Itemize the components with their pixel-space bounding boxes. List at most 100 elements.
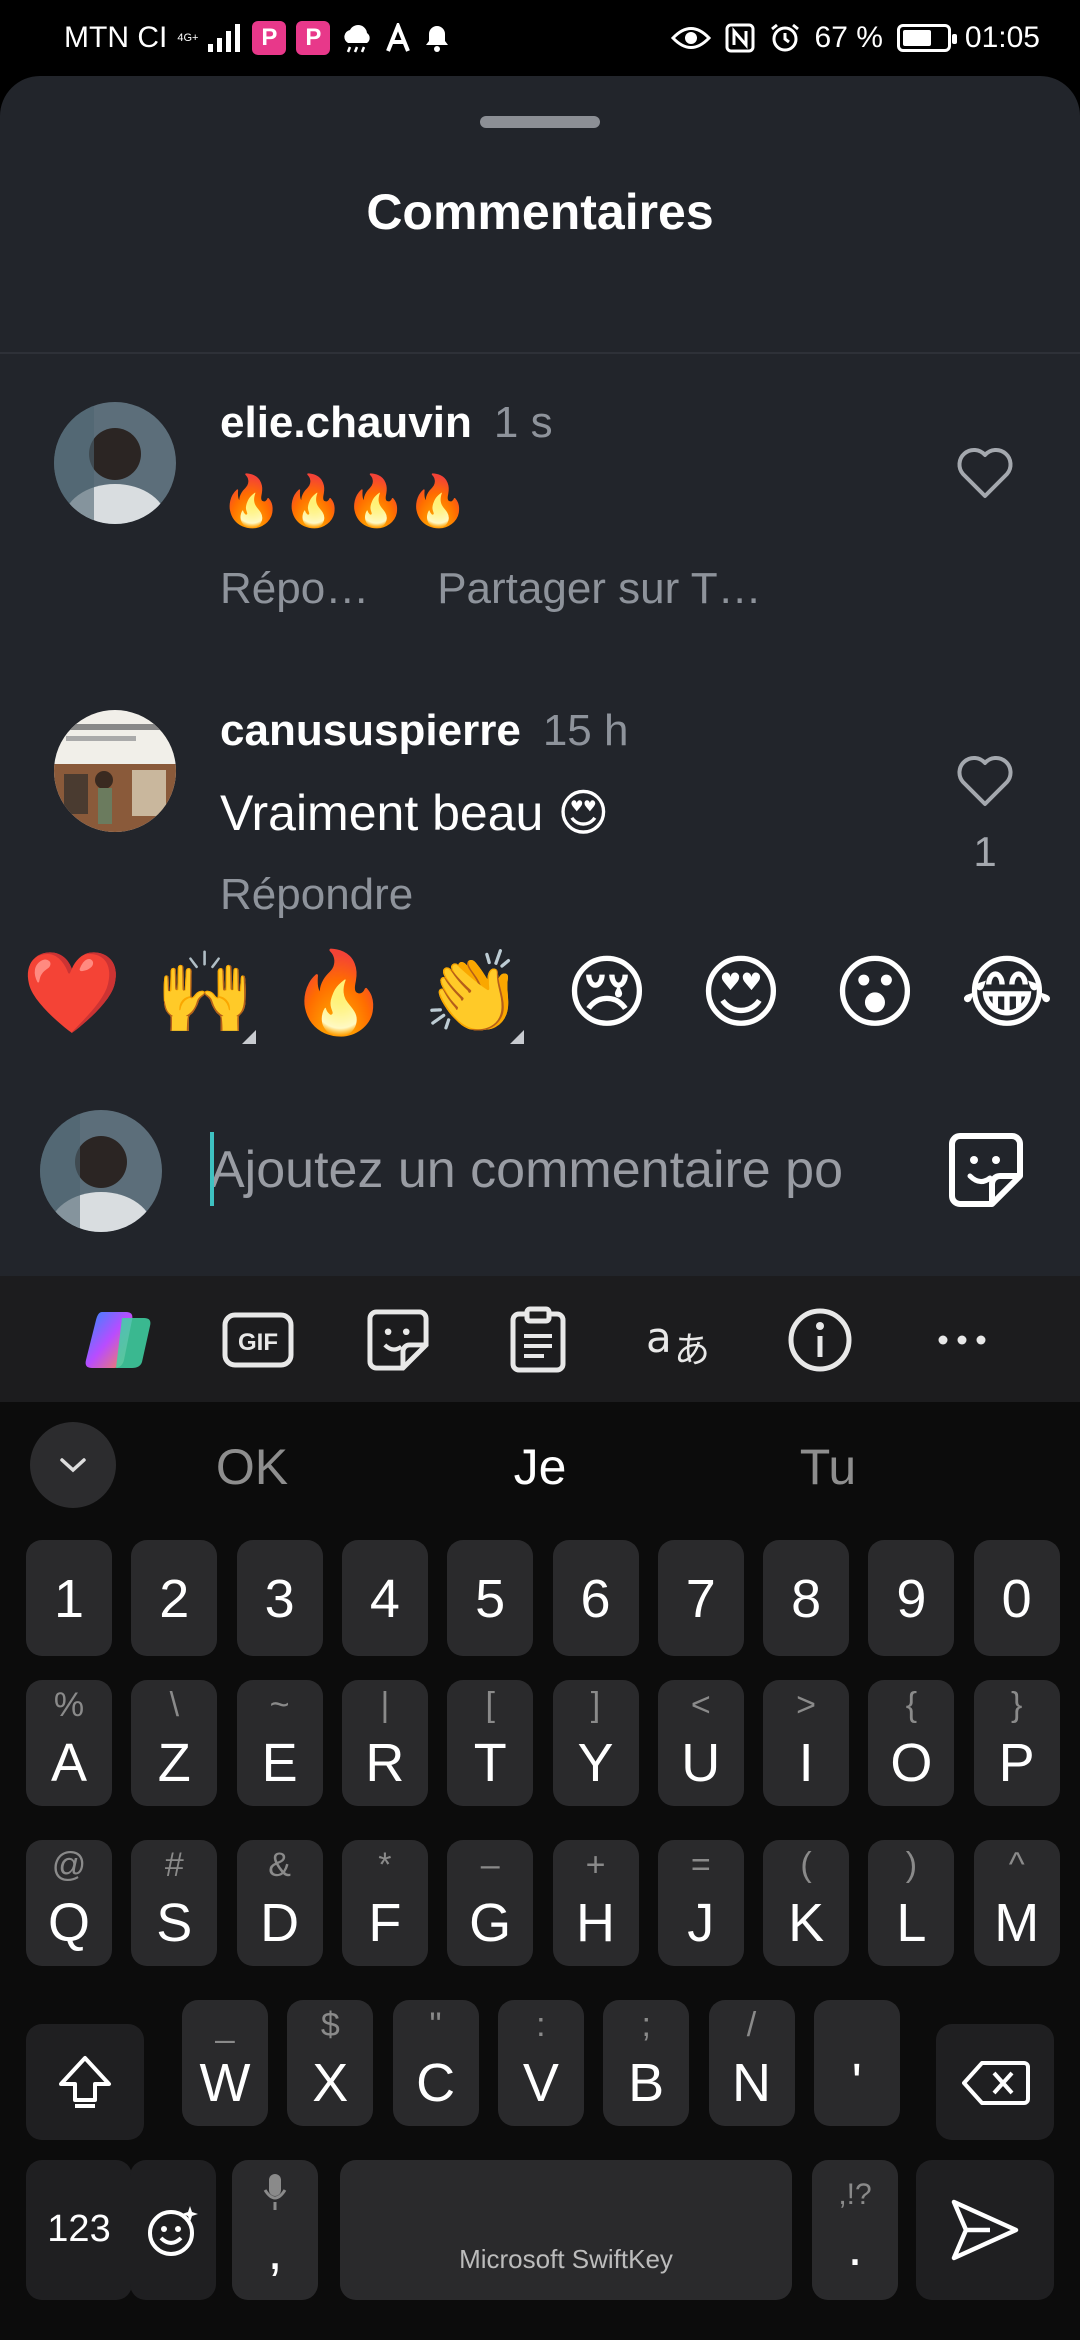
key-r[interactable]: | R	[341, 1680, 428, 1806]
backspace-icon	[962, 2061, 1030, 2105]
emoji-surprised[interactable]: 😮	[820, 938, 930, 1048]
key-a[interactable]: % A	[26, 1680, 112, 1806]
key-apostrophe[interactable]: '	[813, 2000, 900, 2126]
key-5[interactable]: 5	[447, 1540, 534, 1656]
username[interactable]: elie.chauvin	[220, 398, 472, 447]
key-i[interactable]: > I	[763, 1680, 850, 1806]
copilot-icon[interactable]	[78, 1300, 158, 1380]
key-label: B	[628, 2053, 665, 2113]
key-x[interactable]: $ X	[287, 2000, 374, 2126]
key-label: X	[312, 2053, 349, 2113]
key-e[interactable]: ~ E	[236, 1680, 323, 1806]
reply-button[interactable]: Répo…	[220, 564, 369, 613]
key-label: M	[994, 1893, 1040, 1953]
key-b[interactable]: ; B	[603, 2000, 690, 2126]
comment-author[interactable]: canususpierre 15 h	[220, 706, 628, 756]
key-p[interactable]: } P	[973, 1680, 1060, 1806]
key-secondary-label: &	[268, 1846, 291, 1884]
space-key[interactable]: Microsoft SwiftKey	[340, 2160, 792, 2300]
avatar[interactable]	[54, 402, 176, 524]
key-m[interactable]: ^ M	[973, 1840, 1060, 1966]
send-icon	[951, 2199, 1019, 2261]
key-label: 0	[1001, 1569, 1032, 1629]
period-key-label: .	[847, 2217, 863, 2277]
key-c[interactable]: " C	[392, 2000, 479, 2126]
username[interactable]: canususpierre	[220, 706, 521, 755]
key-6[interactable]: 6	[552, 1540, 639, 1656]
key-1[interactable]: 1	[26, 1540, 112, 1656]
info-icon[interactable]	[780, 1300, 860, 1380]
key-4[interactable]: 4	[341, 1540, 428, 1656]
key-z[interactable]: \ Z	[131, 1680, 218, 1806]
comment-input[interactable]: Ajoutez un commentaire po	[210, 1120, 910, 1220]
reply-button[interactable]: Répondre	[220, 870, 413, 919]
key-g[interactable]: – G	[447, 1840, 534, 1966]
sticker-icon[interactable]	[946, 1130, 1026, 1210]
comment-time: 1 s	[493, 398, 553, 447]
emoji-fire[interactable]: 🔥	[284, 938, 394, 1048]
key-d[interactable]: & D	[236, 1840, 323, 1966]
period-key[interactable]: ,!? .	[812, 2160, 898, 2300]
shift-key[interactable]	[26, 2024, 144, 2140]
emoji-heart-eyes[interactable]: 😍	[686, 938, 796, 1048]
share-button[interactable]: Partager sur T…	[437, 564, 761, 613]
key-v[interactable]: :V	[497, 2000, 584, 2126]
key-t[interactable]: [T	[447, 1680, 534, 1806]
comma-key[interactable]: ,	[232, 2160, 318, 2300]
key-label: O	[890, 1733, 933, 1793]
backspace-key[interactable]	[936, 2024, 1054, 2140]
emoji-clapping[interactable]: 👏	[418, 938, 528, 1048]
key-j[interactable]: = J	[657, 1840, 744, 1966]
key-w[interactable]: _ W	[182, 2000, 268, 2126]
emoji-key[interactable]	[130, 2160, 216, 2300]
emoji-heart[interactable]: ❤️	[17, 938, 127, 1048]
key-l[interactable]: ) L	[868, 1840, 955, 1966]
gif-icon[interactable]: GIF	[218, 1300, 298, 1380]
svg-text:a: a	[646, 1313, 672, 1362]
key-f[interactable]: * F	[341, 1840, 428, 1966]
key-s[interactable]: # S	[131, 1840, 218, 1966]
drag-handle[interactable]	[480, 116, 600, 128]
key-secondary-label: <	[690, 1686, 711, 1724]
translate-icon[interactable]: aあ	[640, 1300, 720, 1380]
key-label: N	[732, 2053, 771, 2113]
key-9[interactable]: 9	[868, 1540, 955, 1656]
key-label: Z	[157, 1733, 191, 1793]
assistant-icon	[384, 23, 414, 53]
numbers-key[interactable]: 123	[26, 2160, 132, 2300]
key-q[interactable]: @ Q	[26, 1840, 112, 1966]
key-k[interactable]: (K	[763, 1840, 850, 1966]
emoji-raising-hands[interactable]: 🙌	[150, 938, 260, 1048]
comment-author[interactable]: elie.chauvin 1 s	[220, 398, 553, 448]
key-label: Q	[47, 1893, 90, 1953]
app-notification-icon: P	[296, 21, 331, 55]
collapse-keyboard-button[interactable]	[30, 1422, 116, 1508]
key-o[interactable]: {O	[868, 1680, 955, 1806]
key-8[interactable]: 8	[763, 1540, 850, 1656]
emoji-crying[interactable]: 😢	[552, 938, 662, 1048]
key-y[interactable]: ] Y	[552, 1680, 639, 1806]
suggestion-1[interactable]: OK	[152, 1438, 352, 1496]
key-7[interactable]: 7	[657, 1540, 744, 1656]
key-label: U	[681, 1733, 721, 1793]
comma-key-label: ,	[267, 2221, 283, 2281]
key-u[interactable]: < U	[657, 1680, 744, 1806]
app-notification-icon: P	[252, 21, 287, 55]
sticker-icon[interactable]	[358, 1300, 438, 1380]
heart-icon[interactable]	[955, 444, 1015, 500]
heart-icon[interactable]	[955, 752, 1015, 808]
key-2[interactable]: 2	[131, 1540, 218, 1656]
key-3[interactable]: 3	[236, 1540, 323, 1656]
suggestion-3[interactable]: Tu	[728, 1438, 928, 1496]
numbers-key-label: 123	[47, 2208, 111, 2250]
key-h[interactable]: + H	[552, 1840, 639, 1966]
key-n[interactable]: / N	[708, 2000, 795, 2126]
emoji-laughing[interactable]: 😂	[952, 938, 1062, 1048]
key-0[interactable]: 0	[973, 1540, 1060, 1656]
key-label: 1	[53, 1569, 85, 1629]
suggestion-2[interactable]: Je	[440, 1438, 640, 1496]
avatar[interactable]	[54, 710, 176, 832]
more-icon[interactable]	[922, 1300, 1002, 1380]
clipboard-icon[interactable]	[498, 1300, 578, 1380]
send-key[interactable]	[916, 2160, 1054, 2300]
